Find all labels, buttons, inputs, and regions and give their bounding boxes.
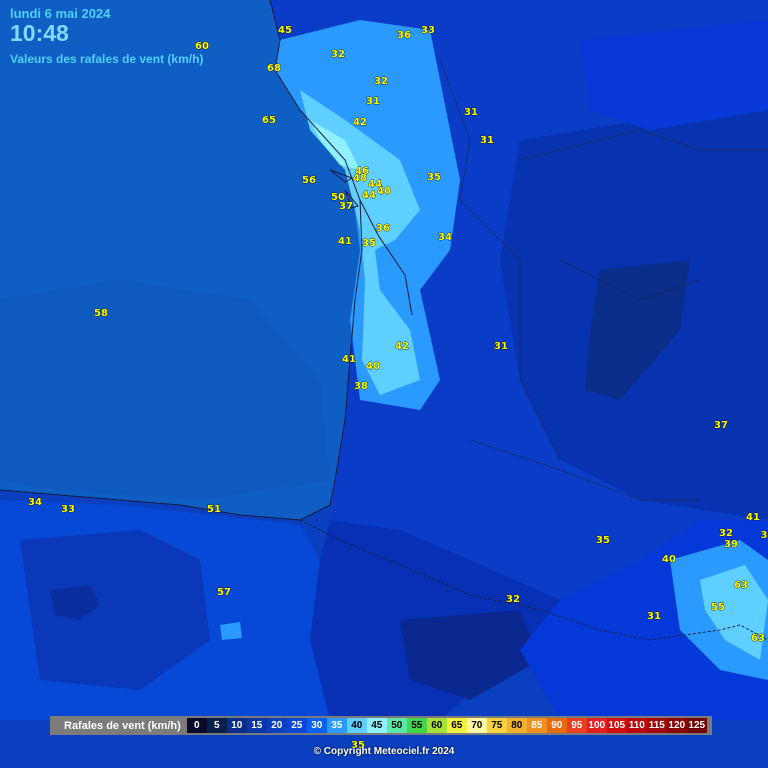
legend-cell: 95 bbox=[566, 718, 587, 733]
station-value: 40 bbox=[662, 554, 676, 565]
legend-title: Rafales de vent (km/h) bbox=[64, 719, 181, 732]
legend-cell: 15 bbox=[246, 718, 267, 733]
legend-cell: 0 bbox=[186, 718, 207, 733]
station-value: 48 bbox=[353, 173, 367, 184]
station-value: 65 bbox=[262, 115, 276, 126]
station-value: 63 bbox=[751, 633, 765, 644]
legend-cell: 115 bbox=[646, 718, 667, 733]
map-subtitle: Valeurs des rafales de vent (km/h) bbox=[10, 52, 204, 66]
station-value: 32 bbox=[506, 594, 520, 605]
legend-cell: 50 bbox=[386, 718, 407, 733]
station-value: 68 bbox=[267, 63, 281, 74]
station-value: 34 bbox=[438, 232, 452, 243]
legend-cell: 75 bbox=[486, 718, 507, 733]
station-value: 56 bbox=[302, 175, 316, 186]
station-value: 55 bbox=[711, 602, 725, 613]
legend-cell: 60 bbox=[426, 718, 447, 733]
legend-cell: 110 bbox=[626, 718, 647, 733]
forecast-date: lundi 6 mai 2024 bbox=[10, 6, 111, 21]
legend-cell: 5 bbox=[206, 718, 227, 733]
station-value: 31 bbox=[464, 107, 478, 118]
station-value: 63 bbox=[734, 580, 748, 591]
legend-cell: 80 bbox=[506, 718, 527, 733]
legend-cell: 55 bbox=[406, 718, 427, 733]
station-value: 57 bbox=[217, 587, 231, 598]
station-value: 38 bbox=[354, 381, 368, 392]
station-value: 35 bbox=[362, 238, 376, 249]
station-value: 33 bbox=[61, 504, 75, 515]
station-value: 37 bbox=[714, 420, 728, 431]
station-value: 32 bbox=[374, 76, 388, 87]
station-value: 44 bbox=[362, 190, 376, 201]
station-value: 31 bbox=[647, 611, 661, 622]
copyright-notice: © Copyright Meteociel.fr 2024 bbox=[313, 746, 455, 757]
legend-cell: 25 bbox=[286, 718, 307, 733]
station-value: 31 bbox=[494, 341, 508, 352]
station-value: 36 bbox=[376, 223, 390, 234]
station-value: 33 bbox=[421, 25, 435, 36]
legend-cell: 10 bbox=[226, 718, 247, 733]
station-value: 51 bbox=[207, 504, 221, 515]
station-value: 35 bbox=[596, 535, 610, 546]
legend-cell: 30 bbox=[306, 718, 327, 733]
station-value: 45 bbox=[278, 25, 292, 36]
station-value: 41 bbox=[746, 512, 760, 523]
station-value: 35 bbox=[427, 172, 441, 183]
station-value: 42 bbox=[353, 117, 367, 128]
legend-cell: 105 bbox=[606, 718, 627, 733]
station-value: 31 bbox=[480, 135, 494, 146]
legend-cell: 125 bbox=[686, 718, 707, 733]
coast-glow-spot bbox=[220, 622, 242, 640]
station-value: 39 bbox=[724, 539, 738, 550]
color-legend: Rafales de vent (km/h) 0 5 10 15 20 25 30 35 40 4… bbox=[50, 716, 712, 735]
station-value: 60 bbox=[195, 41, 209, 52]
station-value: 40 bbox=[366, 361, 380, 372]
wind-gust-map: 45 32 36 33 60 68 32 31 65 42 31 31 56 4… bbox=[0, 0, 768, 768]
legend-cell: 35 bbox=[326, 718, 347, 733]
legend-cell: 40 bbox=[346, 718, 367, 733]
station-value: 32 bbox=[331, 49, 345, 60]
legend-cell: 120 bbox=[666, 718, 687, 733]
station-value: 31 bbox=[366, 96, 380, 107]
station-value: 32 bbox=[719, 528, 733, 539]
station-value: 58 bbox=[94, 308, 108, 319]
station-value: 41 bbox=[342, 354, 356, 365]
station-value: 37 bbox=[339, 201, 353, 212]
station-value: 42 bbox=[395, 341, 409, 352]
legend-cell: 90 bbox=[546, 718, 567, 733]
legend-cell: 45 bbox=[366, 718, 387, 733]
legend-cell: 100 bbox=[586, 718, 607, 733]
station-value: 41 bbox=[338, 236, 352, 247]
legend-cell: 20 bbox=[266, 718, 287, 733]
legend-cell: 70 bbox=[466, 718, 487, 733]
legend-scale: 0 5 10 15 20 25 30 35 40 45 50 55 60 65 70 75 80 85 90 95 10… bbox=[186, 718, 707, 733]
station-value: 36 bbox=[397, 30, 411, 41]
legend-cell: 65 bbox=[446, 718, 467, 733]
legend-cell: 85 bbox=[526, 718, 547, 733]
station-value: 40 bbox=[377, 186, 391, 197]
station-value: 34 bbox=[28, 497, 42, 508]
station-value: 3 bbox=[761, 530, 768, 541]
forecast-time: 10:48 bbox=[10, 20, 69, 46]
